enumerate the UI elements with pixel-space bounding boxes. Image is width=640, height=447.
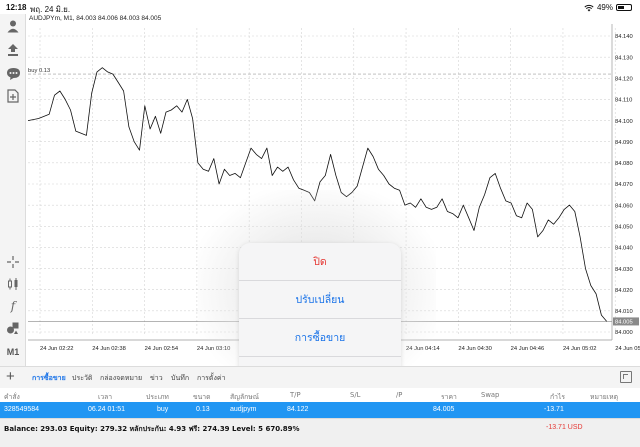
indicators-icon[interactable] bbox=[5, 276, 21, 292]
modify-position-menu-item[interactable]: ปรับเปลี่ยน bbox=[239, 281, 401, 319]
x-tick-label: 24 Jun 05:02 bbox=[563, 346, 597, 352]
col-symbol: สัญลักษณ์ bbox=[230, 393, 260, 401]
y-tick-label: 84.100 bbox=[615, 119, 633, 125]
resize-panel-icon[interactable] bbox=[620, 371, 632, 383]
x-tick-label: 24 Jun 04:46 bbox=[511, 346, 545, 352]
y-tick-label: 84.040 bbox=[615, 246, 633, 252]
tab-news[interactable]: ข่าว bbox=[150, 373, 163, 384]
wifi-icon bbox=[584, 4, 594, 11]
tab-mailbox[interactable]: กล่องจดหมาย bbox=[100, 373, 142, 384]
status-time: 12:18 bbox=[6, 3, 27, 12]
total-profit: -13.71 USD bbox=[546, 424, 583, 431]
trade-icon[interactable] bbox=[5, 42, 21, 58]
battery-icon bbox=[616, 4, 632, 11]
chat-icon[interactable] bbox=[5, 66, 21, 82]
account-summary: Balance: 293.03 Equity: 279.32 หลักประกั… bbox=[0, 418, 640, 447]
balance-summary: Balance: 293.03 Equity: 279.32 หลักประกั… bbox=[4, 425, 300, 433]
x-tick-label: 24 Jun 04:30 bbox=[458, 346, 492, 352]
current-price-label: 84.005 bbox=[615, 320, 633, 326]
add-icon[interactable]: + bbox=[6, 369, 15, 385]
row-size: 0.13 bbox=[196, 406, 210, 413]
y-tick-label: 84.000 bbox=[615, 330, 633, 336]
row-order: 328549584 bbox=[4, 406, 40, 413]
tab-settings[interactable]: การตั้งค่า bbox=[197, 373, 226, 384]
row-open-price: 84.122 bbox=[287, 406, 309, 413]
col-size: ขนาด bbox=[193, 393, 211, 401]
objects-icon[interactable] bbox=[5, 320, 21, 336]
col-open-price: /P bbox=[396, 391, 403, 399]
row-type: buy bbox=[157, 406, 169, 413]
left-toolbar: f M1 bbox=[0, 14, 26, 366]
y-tick-label: 84.030 bbox=[615, 267, 633, 273]
timeframe-button[interactable]: M1 bbox=[5, 344, 21, 360]
x-tick-label: 24 Jun 02:54 bbox=[145, 346, 179, 352]
terminal-tabs: + การซื้อขาย ประวัติ กล่องจดหมาย ข่าว บั… bbox=[0, 366, 640, 388]
battery-percent: 49% bbox=[596, 3, 613, 12]
y-tick-label: 84.130 bbox=[615, 55, 633, 61]
tab-history[interactable]: ประวัติ bbox=[72, 373, 92, 384]
col-profit: กำไร bbox=[550, 393, 566, 401]
trade-table-header: คำสั่ง เวลา ประเภท ขนาด สัญลักษณ์ T/P S/… bbox=[0, 388, 640, 402]
close-position-menu-item[interactable]: ปิด bbox=[239, 243, 401, 281]
chart-info: AUDJPYm, M1, 84.003 84.006 84.003 84.005 bbox=[29, 15, 162, 22]
y-tick-label: 84.050 bbox=[615, 224, 633, 230]
y-tick-label: 84.090 bbox=[615, 140, 633, 146]
tab-trade[interactable]: การซื้อขาย bbox=[32, 373, 66, 384]
y-tick-label: 84.070 bbox=[615, 182, 633, 188]
account-icon[interactable] bbox=[5, 18, 21, 34]
row-symbol: audjpym bbox=[230, 406, 257, 413]
col-comment: หมายเหตุ bbox=[590, 393, 618, 401]
col-swap: Swap bbox=[481, 391, 500, 399]
table-row[interactable]: 328549584 06.24 01:51 buy 0.13 audjpym 8… bbox=[0, 402, 640, 418]
col-order: คำสั่ง bbox=[4, 393, 20, 401]
trade-menu-item[interactable]: การซื้อขาย bbox=[239, 319, 401, 357]
col-time: เวลา bbox=[98, 393, 113, 401]
y-tick-label: 84.140 bbox=[615, 34, 633, 40]
y-tick-label: 84.060 bbox=[615, 203, 633, 209]
buy-level-label: buy 0.13 bbox=[28, 68, 50, 74]
row-time: 06.24 01:51 bbox=[88, 406, 125, 413]
y-tick-label: 84.010 bbox=[615, 309, 633, 315]
col-sl: S/L bbox=[350, 391, 361, 399]
y-tick-label: 84.110 bbox=[615, 98, 632, 104]
crosshair-icon[interactable] bbox=[5, 254, 21, 270]
col-price: ราคา bbox=[441, 393, 457, 401]
status-bar: 12:18 พฤ. 24 มิ.ย. 49% bbox=[0, 0, 640, 14]
y-tick-label: 84.020 bbox=[615, 288, 633, 294]
x-tick-label: 24 Jun 05:18 bbox=[615, 346, 640, 352]
col-type: ประเภท bbox=[146, 393, 169, 401]
row-price: 84.005 bbox=[433, 406, 455, 413]
status-right: 49% bbox=[584, 3, 632, 12]
row-profit: -13.71 bbox=[544, 406, 564, 413]
col-tp: T/P bbox=[290, 391, 301, 399]
tab-journal[interactable]: บันทึก bbox=[171, 373, 189, 384]
new-order-icon[interactable] bbox=[5, 88, 21, 104]
x-tick-label: 24 Jun 02:38 bbox=[92, 346, 126, 352]
function-icon[interactable]: f bbox=[5, 298, 21, 314]
y-tick-label: 84.080 bbox=[615, 161, 633, 167]
x-tick-label: 24 Jun 02:22 bbox=[40, 346, 74, 352]
y-tick-label: 84.120 bbox=[615, 76, 633, 82]
